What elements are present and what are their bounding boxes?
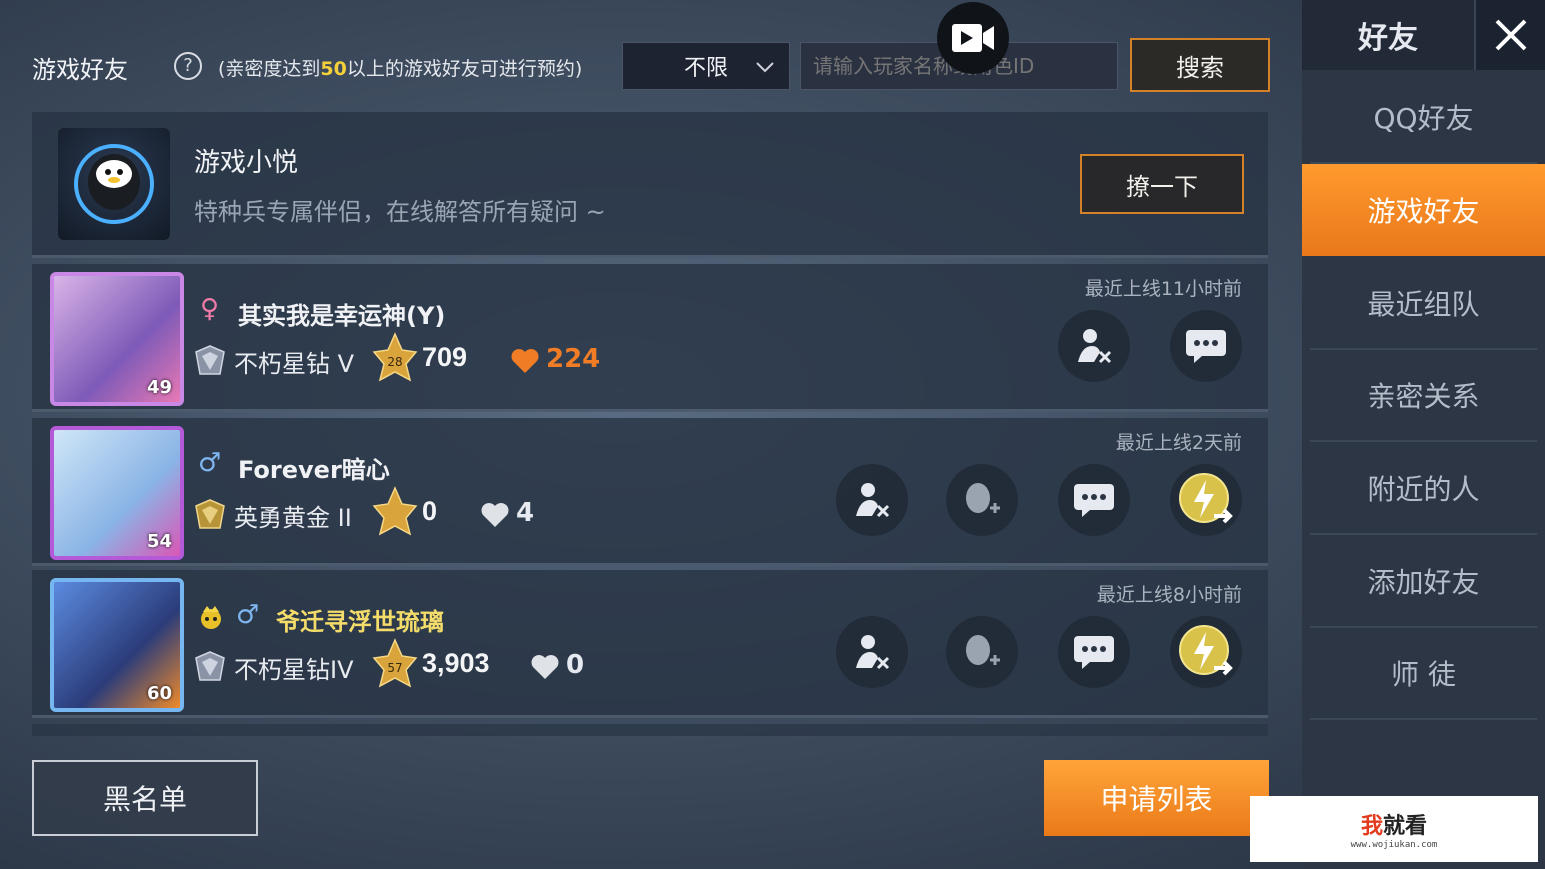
rank-star-icon: 57 <box>372 638 418 688</box>
heart-icon <box>531 655 559 679</box>
page-title: 游戏好友 <box>32 56 128 84</box>
top-bar: 游戏好友 ? (亲密度达到50以上的游戏好友可进行预约) 不限 搜索 <box>32 36 1272 96</box>
invite-lightning-icon[interactable] <box>1170 616 1242 688</box>
heart-icon <box>511 349 539 373</box>
male-icon: ♂ <box>236 600 260 630</box>
watermark-text: 我就看 <box>1361 808 1427 840</box>
intimacy-value: 4 <box>516 498 535 528</box>
watermark-url: www.wojiukan.com <box>1350 840 1438 850</box>
intimacy-note: (亲密度达到50以上的游戏好友可进行预约) <box>218 54 582 81</box>
watermark-main: 就看 <box>1383 814 1428 839</box>
rank-text: 不朽星钻 V <box>234 350 355 378</box>
intimacy-value: 0 <box>566 650 585 680</box>
rank-diamond-icon <box>195 651 225 681</box>
avatar[interactable]: 54 <box>50 426 184 560</box>
rank-star-icon <box>372 486 418 536</box>
friend-row[interactable]: 54 最近上线2天前 ♂ Forever暗心 英勇黄金 II 0 4 <box>32 418 1268 566</box>
rank-diamond-icon <box>195 345 225 375</box>
search-button[interactable]: 搜索 <box>1130 38 1270 92</box>
note-suffix: 以上的游戏好友可进行预约) <box>346 58 583 80</box>
filter-value: 不限 <box>683 56 728 81</box>
remove-friend-icon[interactable] <box>836 464 908 536</box>
stars-count: 709 <box>422 342 468 372</box>
sidebar-item-recent-team[interactable]: 最近组队 <box>1310 258 1537 350</box>
rank-text: 不朽星钻IV <box>234 656 354 684</box>
chat-icon[interactable] <box>1170 310 1242 382</box>
friend-name[interactable]: 其实我是幸运神(Y) <box>238 296 445 331</box>
apply-list-button[interactable]: 申请列表 <box>1044 760 1269 836</box>
add-qq-friend-icon[interactable] <box>946 464 1018 536</box>
avatar-level: 60 <box>146 683 172 704</box>
intimacy-value: 224 <box>546 344 601 374</box>
close-button[interactable] <box>1474 0 1545 70</box>
chat-icon[interactable] <box>1058 464 1130 536</box>
friend-name[interactable]: Forever暗心 <box>238 450 390 485</box>
sidebar-item-mentor[interactable]: 师 徒 <box>1310 628 1537 720</box>
close-icon <box>1495 19 1526 51</box>
rank-star-icon: 28 <box>372 332 418 382</box>
last-online: 最近上线8小时前 <box>1096 584 1242 606</box>
last-online: 最近上线2天前 <box>1115 432 1242 454</box>
sidebar-item-intimacy[interactable]: 亲密关系 <box>1310 350 1537 442</box>
chevron-down-icon <box>756 62 774 73</box>
friend-row[interactable]: 60 最近上线8小时前 ♂ 爷迁寻浮世琉璃 不朽星钻IV 57 3,903 0 <box>32 570 1268 718</box>
tease-button[interactable]: 撩一下 <box>1080 154 1244 214</box>
watermark-red: 我 <box>1360 814 1383 839</box>
sidebar-item-nearby[interactable]: 附近的人 <box>1310 443 1537 535</box>
crown-icon <box>201 606 221 629</box>
svg-text:28: 28 <box>387 355 402 369</box>
assistant-avatar <box>58 128 170 240</box>
note-prefix: (亲密度达到 <box>218 58 321 80</box>
avatar-level: 54 <box>146 531 172 552</box>
avatar-level: 49 <box>146 377 172 398</box>
help-icon[interactable]: ? <box>174 52 202 80</box>
last-online: 最近上线11小时前 <box>1084 278 1242 300</box>
assistant-card: 游戏小悦 特种兵专属伴侣，在线解答所有疑问 ~ 撩一下 <box>32 112 1268 258</box>
invite-lightning-icon[interactable] <box>1170 464 1242 536</box>
rank-text: 英勇黄金 II <box>234 504 352 532</box>
male-icon: ♂ <box>198 448 222 478</box>
stars-count: 0 <box>422 496 438 526</box>
remove-friend-icon[interactable] <box>836 616 908 688</box>
add-qq-friend-icon[interactable] <box>946 616 1018 688</box>
filter-select[interactable]: 不限 <box>622 42 790 90</box>
remove-friend-icon[interactable] <box>1058 310 1130 382</box>
sidebar-item-add-friend[interactable]: 添加好友 <box>1310 536 1537 628</box>
female-icon: ♀ <box>200 294 220 324</box>
assistant-name: 游戏小悦 <box>194 148 299 178</box>
friend-row[interactable]: 49 最近上线11小时前 ♀ 其实我是幸运神(Y) 不朽星钻 V 28 709 … <box>32 264 1268 412</box>
sidebar-title: 好友 <box>1302 0 1474 70</box>
chat-icon[interactable] <box>1058 616 1130 688</box>
heart-icon <box>481 503 509 527</box>
avatar[interactable]: 60 <box>50 578 184 712</box>
next-row-peek <box>32 724 1268 736</box>
svg-text:57: 57 <box>387 661 402 675</box>
avatar[interactable]: 49 <box>50 272 184 406</box>
rank-gold-icon <box>195 499 225 529</box>
sidebar-item-qq-friends[interactable]: QQ好友 <box>1310 72 1537 164</box>
note-highlight: 50 <box>320 58 347 80</box>
sidebar: 好友 QQ好友 游戏好友 最近组队 亲密关系 附近的人 添加好友 师 徒 <box>1302 0 1545 869</box>
sidebar-item-game-friends[interactable]: 游戏好友 <box>1302 164 1545 256</box>
watermark-logo: 我就看 www.wojiukan.com <box>1250 796 1538 862</box>
friend-name[interactable]: 爷迁寻浮世琉璃 <box>276 602 444 637</box>
video-record-icon[interactable] <box>937 2 1009 74</box>
blacklist-button[interactable]: 黑名单 <box>32 760 258 836</box>
assistant-desc: 特种兵专属伴侣，在线解答所有疑问 ~ <box>194 198 606 226</box>
stars-count: 3,903 <box>422 648 490 678</box>
